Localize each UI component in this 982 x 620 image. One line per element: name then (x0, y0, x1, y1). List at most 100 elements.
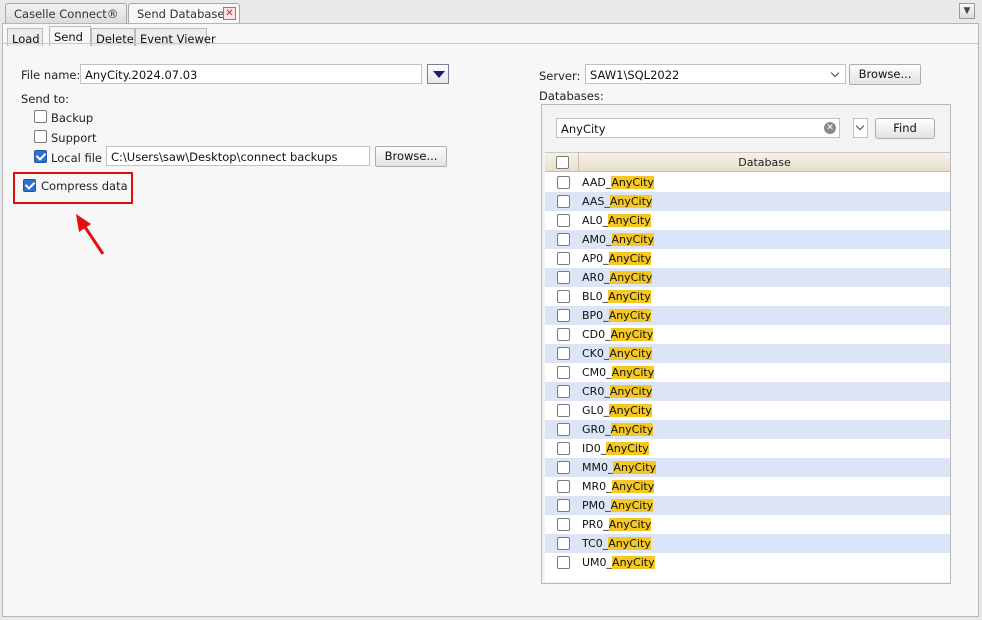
table-row[interactable]: MR0_AnyCity (545, 477, 950, 496)
database-prefix: GR0_ (582, 423, 611, 436)
database-prefix: MR0_ (582, 480, 612, 493)
compress-data-checkbox[interactable] (23, 179, 36, 192)
table-row[interactable]: CD0_AnyCity (545, 325, 950, 344)
row-checkbox[interactable] (557, 537, 570, 550)
row-checkbox[interactable] (557, 271, 570, 284)
database-name: PM0_AnyCity (582, 499, 654, 512)
send-to-label: Send to: (21, 92, 70, 106)
search-value: AnyCity (561, 122, 606, 136)
row-checkbox[interactable] (557, 499, 570, 512)
database-grid: Database AAD_AnyCity AAS_AnyCity AL0_AnyCi… (545, 152, 950, 582)
database-name: CK0_AnyCity (582, 347, 652, 360)
doc-tab-caselle-connect[interactable]: Caselle Connect® (5, 3, 127, 23)
row-checkbox[interactable] (557, 214, 570, 227)
search-match-highlight: AnyCity (610, 328, 654, 341)
find-button[interactable]: Find (875, 118, 935, 139)
local-file-checkbox[interactable] (34, 150, 47, 163)
search-match-highlight: AnyCity (609, 347, 652, 360)
row-checkbox[interactable] (557, 556, 570, 569)
row-checkbox[interactable] (557, 480, 570, 493)
database-name: AM0_AnyCity (582, 233, 655, 246)
database-name: BL0_AnyCity (582, 290, 651, 303)
chevron-down-icon[interactable] (831, 69, 841, 79)
database-prefix: MM0_ (582, 461, 614, 474)
database-name: AR0_AnyCity (582, 271, 653, 284)
database-prefix: UM0_ (582, 556, 613, 569)
table-row[interactable]: BP0_AnyCity (545, 306, 950, 325)
row-checkbox[interactable] (557, 366, 570, 379)
database-prefix: AR0_ (582, 271, 610, 284)
row-checkbox[interactable] (557, 423, 570, 436)
table-row[interactable]: CR0_AnyCity (545, 382, 950, 401)
database-name: UM0_AnyCity (582, 556, 655, 569)
clear-search-icon[interactable]: ✕ (824, 122, 836, 134)
database-prefix: CK0_ (582, 347, 610, 360)
server-browse-button[interactable]: Browse... (849, 64, 921, 85)
table-row[interactable]: GL0_AnyCity (545, 401, 950, 420)
search-match-highlight: AnyCity (611, 480, 655, 493)
doc-tab-label: Caselle Connect® (14, 7, 119, 21)
database-column-header[interactable]: Database (579, 156, 950, 169)
row-checkbox[interactable] (557, 309, 570, 322)
row-checkbox[interactable] (557, 442, 570, 455)
select-all-checkbox[interactable] (556, 156, 569, 169)
row-checkbox[interactable] (557, 385, 570, 398)
table-row[interactable]: BL0_AnyCity (545, 287, 950, 306)
table-row[interactable]: AP0_AnyCity (545, 249, 950, 268)
database-search-input[interactable]: AnyCity ✕ (556, 118, 840, 138)
search-match-highlight: AnyCity (609, 271, 653, 284)
search-match-highlight: AnyCity (609, 385, 653, 398)
database-name: TC0_AnyCity (582, 537, 651, 550)
backup-checkbox[interactable] (34, 110, 47, 123)
row-checkbox[interactable] (557, 233, 570, 246)
row-checkbox[interactable] (557, 518, 570, 531)
search-match-highlight: AnyCity (611, 176, 654, 189)
table-row[interactable]: CM0_AnyCity (545, 363, 950, 382)
database-prefix: AAS_ (582, 195, 610, 208)
table-row[interactable]: TC0_AnyCity (545, 534, 950, 553)
table-row[interactable]: PR0_AnyCity (545, 515, 950, 534)
table-row[interactable]: CK0_AnyCity (545, 344, 950, 363)
search-match-highlight: AnyCity (606, 442, 649, 455)
local-file-label: Local file (51, 151, 102, 165)
support-checkbox[interactable] (34, 130, 47, 143)
row-checkbox[interactable] (557, 347, 570, 360)
table-row[interactable]: AR0_AnyCity (545, 268, 950, 287)
table-row[interactable]: PM0_AnyCity (545, 496, 950, 515)
table-row[interactable]: AM0_AnyCity (545, 230, 950, 249)
row-checkbox[interactable] (557, 404, 570, 417)
database-prefix: AAD_ (582, 176, 612, 189)
database-name: AP0_AnyCity (582, 252, 652, 265)
row-checkbox[interactable] (557, 461, 570, 474)
table-row[interactable]: AL0_AnyCity (545, 211, 950, 230)
table-row[interactable]: GR0_AnyCity (545, 420, 950, 439)
database-name: PR0_AnyCity (582, 518, 652, 531)
row-checkbox[interactable] (557, 195, 570, 208)
database-name: GL0_AnyCity (582, 404, 652, 417)
local-file-browse-button[interactable]: Browse... (375, 146, 447, 167)
search-history-dropdown[interactable] (853, 118, 868, 138)
table-row[interactable]: ID0_AnyCity (545, 439, 950, 458)
search-match-highlight: AnyCity (610, 423, 654, 436)
server-combo[interactable]: SAW1\SQL2022 (585, 64, 846, 84)
search-match-highlight: AnyCity (608, 518, 652, 531)
databases-frame: AnyCity ✕ Find Database AAD_AnyCity AAS_A… (541, 104, 951, 584)
table-row[interactable]: MM0_AnyCity (545, 458, 950, 477)
local-file-path-input[interactable]: C:\Users\saw\Desktop\connect backups (106, 146, 370, 166)
doc-tab-send-databases[interactable]: Send Databases ✕ (128, 3, 240, 24)
database-name: MM0_AnyCity (582, 461, 657, 474)
row-checkbox[interactable] (557, 328, 570, 341)
tab-menu-dropdown-icon[interactable]: ▼ (959, 3, 975, 19)
search-match-highlight: AnyCity (610, 499, 654, 512)
row-checkbox[interactable] (557, 176, 570, 189)
file-name-label: File name: (21, 68, 81, 82)
table-row[interactable]: AAS_AnyCity (545, 192, 950, 211)
row-checkbox[interactable] (557, 290, 570, 303)
table-row[interactable]: UM0_AnyCity (545, 553, 950, 572)
file-name-input[interactable]: AnyCity.2024.07.03 (80, 64, 422, 84)
search-match-highlight: AnyCity (611, 366, 655, 379)
close-tab-icon[interactable]: ✕ (223, 7, 236, 20)
file-name-dropdown-button[interactable] (427, 64, 449, 84)
table-row[interactable]: AAD_AnyCity (545, 173, 950, 192)
row-checkbox[interactable] (557, 252, 570, 265)
